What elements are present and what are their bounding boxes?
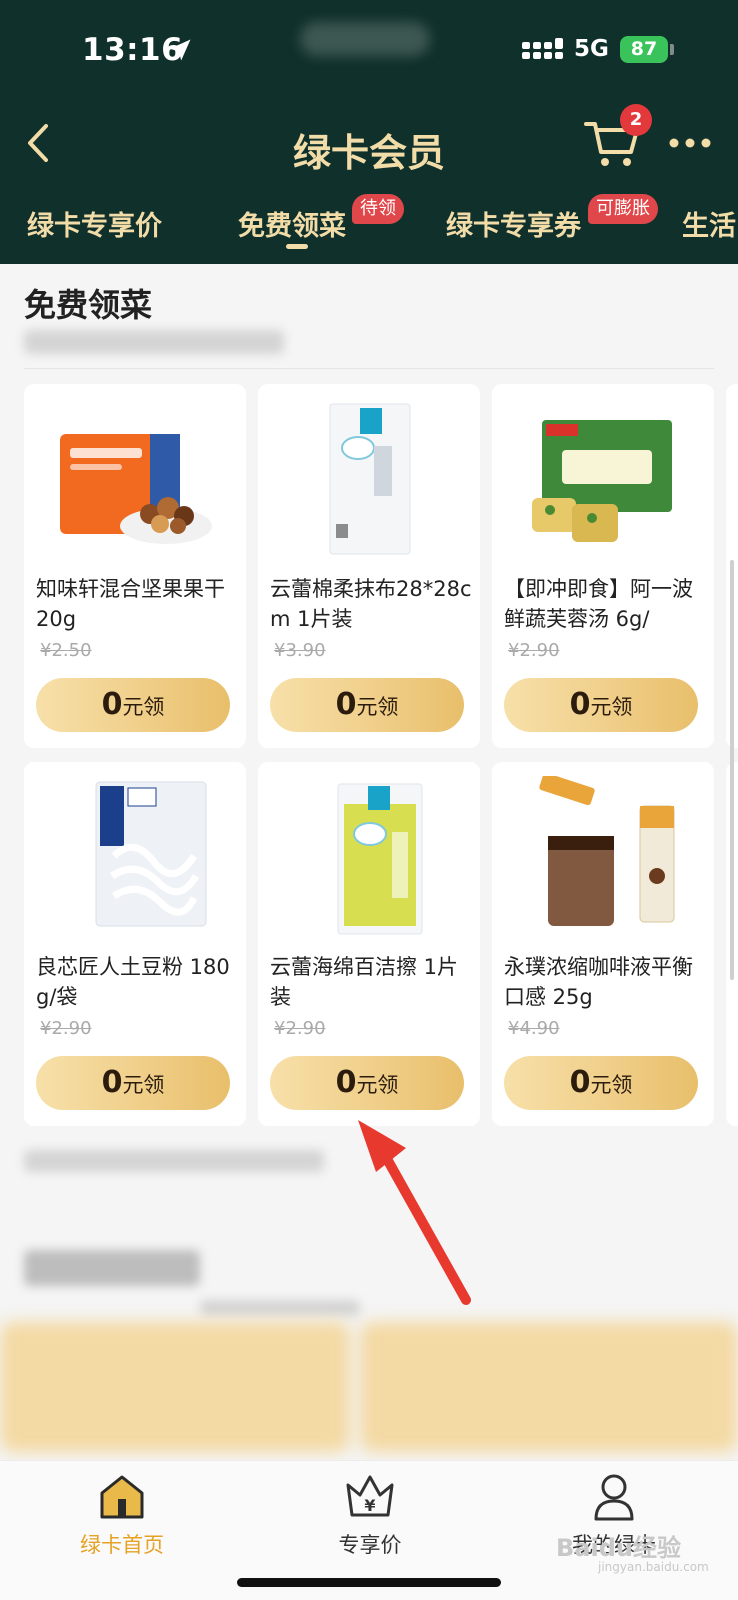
bottom-tab-label: 专享价 <box>338 1533 402 1557</box>
tab-badge-expandable: 可膨胀 <box>588 194 658 224</box>
claim-amount: 0 <box>101 1065 123 1100</box>
claim-free-button[interactable]: 0元领 <box>36 678 230 732</box>
tab-life[interactable]: 生活 <box>682 204 736 243</box>
claim-free-button[interactable]: 0元领 <box>270 678 464 732</box>
tab-green-card-coupon[interactable]: 绿卡专享券 <box>446 204 581 243</box>
home-indicator[interactable] <box>237 1578 501 1587</box>
product-card[interactable]: 知味轩混合坚果果干 20g ¥2.50 0元领 <box>24 384 246 748</box>
status-bar: 13:16 5G 87 <box>0 0 738 96</box>
product-name: 【即冲即食】阿一波鲜蔬芙蓉汤 6g/ <box>504 577 693 631</box>
claim-amount: 0 <box>335 687 357 722</box>
original-price: ¥2.90 <box>508 640 560 661</box>
product-image-mixed-nuts <box>60 434 212 544</box>
claim-suffix: 元领 <box>356 695 399 719</box>
claim-amount: 0 <box>101 687 123 722</box>
battery-indicator: 87 <box>620 36 668 63</box>
divider <box>24 368 714 369</box>
tab-badge-pending: 待领 <box>352 194 404 224</box>
claim-amount: 0 <box>569 687 591 722</box>
product-image-coffee <box>539 776 675 926</box>
blurred-text-line <box>24 1150 324 1172</box>
original-price: ¥4.90 <box>508 1018 560 1039</box>
claim-amount: 0 <box>335 1065 357 1100</box>
cart-count-badge: 2 <box>620 104 652 136</box>
bottom-tab-home[interactable]: 绿卡首页 <box>42 1471 202 1559</box>
claim-free-button[interactable]: 0元领 <box>504 1056 698 1110</box>
battery-cap <box>670 44 674 55</box>
section-title: 免费领菜 <box>24 286 153 324</box>
product-card[interactable]: 云蕾棉柔抹布28*28cm 1片装 ¥3.90 0元领 <box>258 384 480 748</box>
red-arrow-annotation <box>358 1120 471 1305</box>
original-price: ¥2.90 <box>274 1018 326 1039</box>
original-price: ¥2.90 <box>40 1018 92 1039</box>
product-image-cloth <box>329 403 411 555</box>
crown-yuan-icon: ¥ <box>346 1475 394 1517</box>
product-name: 云蕾海绵百洁擦 1片装 <box>270 955 459 1009</box>
product-name: 永璞浓缩咖啡液平衡口感 25g <box>504 955 693 1009</box>
tab-green-card-price[interactable]: 绿卡专享价 <box>27 204 162 243</box>
more-options-icon[interactable] <box>668 136 712 150</box>
claim-suffix: 元领 <box>122 695 165 719</box>
product-card[interactable]: 良芯匠人土豆粉 180g/袋 ¥2.90 0元领 <box>24 762 246 1126</box>
claim-free-button[interactable]: 0元领 <box>504 678 698 732</box>
claim-free-button[interactable]: 0元领 <box>36 1056 230 1110</box>
product-card[interactable]: 云蕾海绵百洁擦 1片装 ¥2.90 0元领 <box>258 762 480 1126</box>
blurred-heading <box>24 1250 200 1286</box>
scrollbar[interactable] <box>730 560 734 980</box>
original-price: ¥3.90 <box>274 640 326 661</box>
signal-icon <box>522 38 563 59</box>
category-tabs: 绿卡专享价 免费领菜 待领 绿卡专享券 可膨胀 生活 <box>0 186 738 264</box>
product-card[interactable]: 【即冲即食】阿一波鲜蔬芙蓉汤 6g/ ¥2.90 0元领 <box>492 384 714 748</box>
claim-suffix: 元领 <box>122 1073 165 1097</box>
tab-free-vegetables[interactable]: 免费领菜 <box>238 204 346 243</box>
network-type: 5G <box>574 36 609 62</box>
bottom-tab-exclusive-price[interactable]: ¥ 专享价 <box>290 1471 450 1559</box>
active-tab-indicator <box>286 244 308 249</box>
blurred-coupon-card <box>360 1322 738 1452</box>
claim-suffix: 元领 <box>356 1073 399 1097</box>
header: 13:16 5G 87 绿卡会员 2 绿卡专享价 免费领菜 待领 绿卡专享券 可… <box>0 0 738 264</box>
watermark-logo: Baidu经验 <box>556 1534 681 1562</box>
claim-suffix: 元领 <box>590 1073 633 1097</box>
home-icon <box>100 1475 144 1519</box>
original-price: ¥2.50 <box>40 640 92 661</box>
blurred-dynamic-island <box>300 22 430 56</box>
blurred-coupon-card <box>0 1322 350 1452</box>
product-name: 云蕾棉柔抹布28*28cm 1片装 <box>270 577 472 631</box>
blurred-text-line <box>200 1300 360 1316</box>
claim-suffix: 元领 <box>590 695 633 719</box>
product-name: 知味轩混合坚果果干 20g <box>36 577 225 631</box>
product-image-sponge <box>337 783 423 935</box>
product-image-soup <box>532 420 672 542</box>
claim-amount: 0 <box>569 1065 591 1100</box>
user-icon <box>594 1474 634 1521</box>
svg-text:¥: ¥ <box>364 1496 375 1515</box>
watermark-url: jingyan.baidu.com <box>598 1560 709 1574</box>
blurred-subtitle <box>24 330 284 354</box>
product-image-potato-noodles <box>95 781 207 927</box>
bottom-tab-label: 绿卡首页 <box>80 1533 164 1557</box>
product-name: 良芯匠人土豆粉 180g/袋 <box>36 955 230 1009</box>
product-card[interactable]: 永璞浓缩咖啡液平衡口感 25g ¥4.90 0元领 <box>492 762 714 1126</box>
location-arrow-icon <box>169 39 191 61</box>
